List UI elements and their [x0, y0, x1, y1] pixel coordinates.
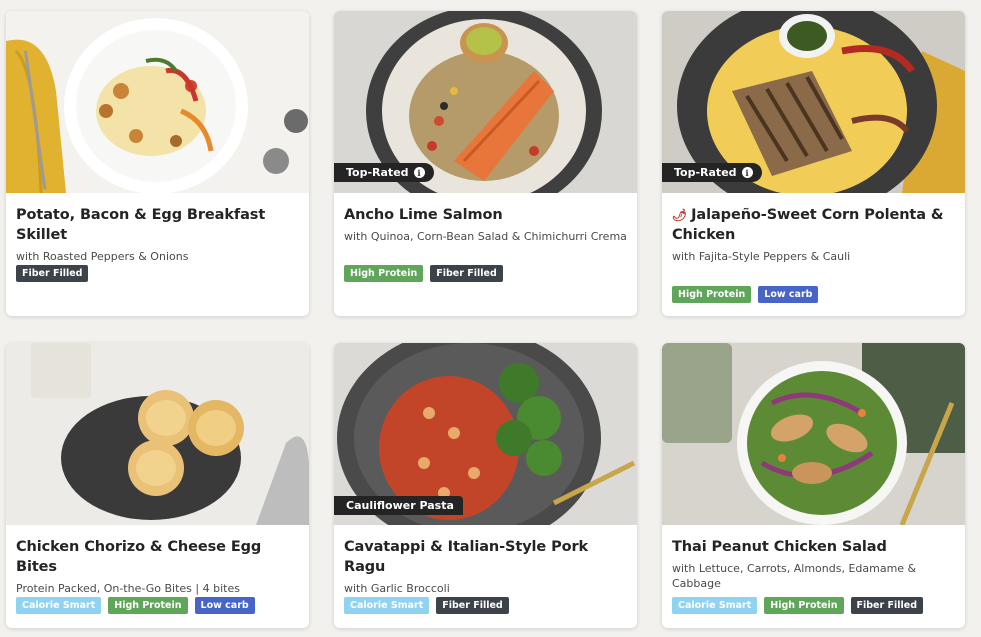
recipe-card-jalapeno-polenta[interactable]: Top-Rated i 🌶 Jalapeño-Sweet Corn Polenta…: [662, 11, 965, 316]
badge-high-protein: High Protein: [344, 265, 424, 282]
badge-fiber-filled: Fiber Filled: [436, 597, 509, 614]
recipe-image[interactable]: [6, 11, 309, 193]
badge-low-carb: Low carb: [758, 286, 819, 303]
badge-row: Calorie Smart Fiber Filled: [344, 597, 509, 614]
recipe-image[interactable]: Cauliflower Pasta: [334, 343, 637, 525]
recipe-card-thai-peanut-salad[interactable]: Thai Peanut Chicken Salad with Lettuce, …: [662, 343, 965, 628]
badge-high-protein: High Protein: [108, 597, 188, 614]
badge-row: High Protein Fiber Filled: [344, 265, 503, 282]
badge-fiber-filled: Fiber Filled: [850, 597, 923, 614]
recipe-title[interactable]: Chicken Chorizo & Cheese Egg Bites: [16, 537, 299, 577]
info-icon[interactable]: i: [741, 167, 753, 178]
recipe-card-ancho-lime-salmon[interactable]: Top-Rated i Ancho Lime Salmon with Quino…: [334, 11, 637, 316]
spicy-pepper-icon: 🌶: [672, 208, 688, 222]
badge-calorie-smart: Calorie Smart: [672, 597, 758, 614]
recipe-image[interactable]: Top-Rated i: [662, 11, 965, 193]
recipe-subtitle: with Lettuce, Carrots, Almonds, Edamame …: [672, 562, 917, 590]
tag-label: Top-Rated: [346, 166, 409, 179]
recipe-subtitle: with Quinoa, Corn-Bean Salad & Chimichur…: [344, 230, 627, 243]
badge-fiber-filled: Fiber Filled: [16, 265, 89, 282]
top-rated-tag[interactable]: Top-Rated i: [662, 163, 762, 182]
recipe-subtitle: with Roasted Peppers & Onions: [16, 250, 189, 263]
badge-calorie-smart: Calorie Smart: [344, 597, 430, 614]
recipe-subtitle: with Fajita-Style Peppers & Cauli: [672, 250, 851, 263]
recipe-title[interactable]: Potato, Bacon & Egg Breakfast Skillet: [16, 205, 299, 245]
badge-fiber-filled: Fiber Filled: [430, 265, 503, 282]
recipe-title-text: Jalapeño-Sweet Corn Polenta & Chicken: [672, 207, 944, 243]
recipe-grid: Potato, Bacon & Egg Breakfast Skillet wi…: [6, 11, 966, 628]
badge-high-protein: High Protein: [672, 286, 752, 303]
recipe-card-egg-bites[interactable]: Chicken Chorizo & Cheese Egg Bites Prote…: [6, 343, 309, 628]
badge-row: Calorie Smart High Protein Fiber Filled: [672, 597, 923, 614]
recipe-title[interactable]: 🌶 Jalapeño-Sweet Corn Polenta & Chicken: [672, 205, 955, 245]
recipe-subtitle: Protein Packed, On-the-Go Bites | 4 bite…: [16, 582, 240, 595]
info-icon[interactable]: i: [413, 167, 425, 178]
badge-row: Fiber Filled: [16, 265, 89, 282]
recipe-image[interactable]: Top-Rated i: [334, 11, 637, 193]
badge-row: Calorie Smart High Protein Low carb: [16, 597, 255, 614]
badge-low-carb: Low carb: [194, 597, 255, 614]
cauliflower-pasta-tag: Cauliflower Pasta: [334, 496, 463, 515]
top-rated-tag[interactable]: Top-Rated i: [334, 163, 434, 182]
recipe-title[interactable]: Ancho Lime Salmon: [344, 205, 627, 225]
badge-calorie-smart: Calorie Smart: [16, 597, 102, 614]
tag-label: Top-Rated: [674, 166, 737, 179]
recipe-subtitle: with Garlic Broccoli: [344, 582, 450, 595]
recipe-image[interactable]: [6, 343, 309, 525]
recipe-title[interactable]: Cavatappi & Italian-Style Pork Ragu: [344, 537, 627, 577]
recipe-card-breakfast-skillet[interactable]: Potato, Bacon & Egg Breakfast Skillet wi…: [6, 11, 309, 316]
badge-high-protein: High Protein: [764, 597, 844, 614]
tag-label: Cauliflower Pasta: [346, 499, 454, 512]
recipe-image[interactable]: [662, 343, 965, 525]
recipe-card-cavatappi-ragu[interactable]: Cauliflower Pasta Cavatappi & Italian-St…: [334, 343, 637, 628]
badge-row: High Protein Low carb: [672, 286, 819, 303]
recipe-title[interactable]: Thai Peanut Chicken Salad: [672, 537, 955, 557]
